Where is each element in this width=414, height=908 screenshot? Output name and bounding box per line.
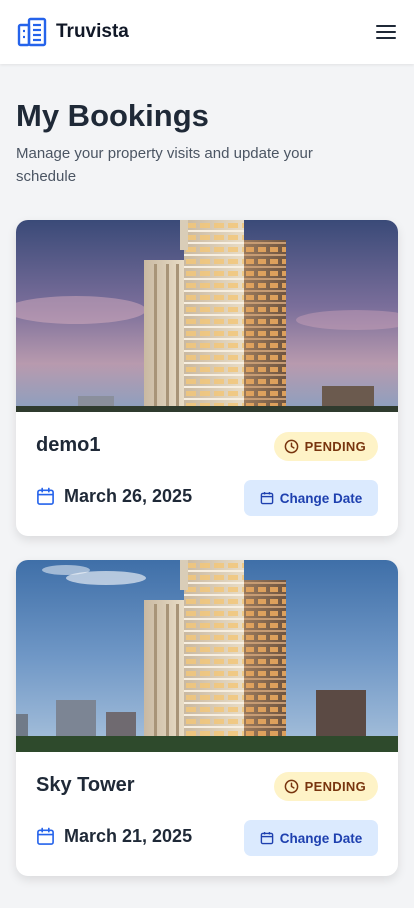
property-name: Sky Tower [36,774,135,796]
hamburger-menu-icon[interactable] [374,20,398,44]
status-label: PENDING [304,439,366,454]
visit-date-text: March 26, 2025 [64,486,193,506]
clock-icon [284,439,298,454]
calendar-icon [260,832,274,845]
booking-card-body: demo1 PENDING March 26, 2025 Change Date [16,412,398,536]
calendar-icon [260,492,274,505]
page-title: My Bookings [16,98,209,133]
property-name: demo1 [36,434,101,456]
change-date-label: Change Date [279,490,363,506]
visit-date: March 26, 2025 [36,486,192,507]
status-label: PENDING [304,779,366,794]
change-date-button[interactable]: Change Date [244,480,378,516]
clock-icon [284,779,298,794]
booking-card: demo1 PENDING March 26, 2025 Change Date [16,220,398,536]
brand[interactable]: Truvista [16,16,129,48]
visit-date-text: March 21, 2025 [64,826,193,846]
calendar-icon [37,487,54,505]
visit-date: March 21, 2025 [36,826,192,847]
building-icon [17,17,47,47]
top-navigation-bar: Truvista [0,0,414,64]
property-image [16,560,398,752]
status-badge: PENDING [273,772,378,801]
page-subtitle: Manage your property visits and update y… [16,145,313,185]
page-header: My Bookings Manage your property visits … [16,96,398,188]
booking-card: Sky Tower PENDING March 21, 2025 Change … [16,560,398,876]
status-badge: PENDING [273,432,378,461]
change-date-label: Change Date [279,830,363,846]
property-image [16,220,398,412]
booking-card-body: Sky Tower PENDING March 21, 2025 Change … [16,752,398,876]
brand-name: Truvista [56,21,129,42]
calendar-icon [37,827,54,845]
change-date-button[interactable]: Change Date [244,820,378,856]
